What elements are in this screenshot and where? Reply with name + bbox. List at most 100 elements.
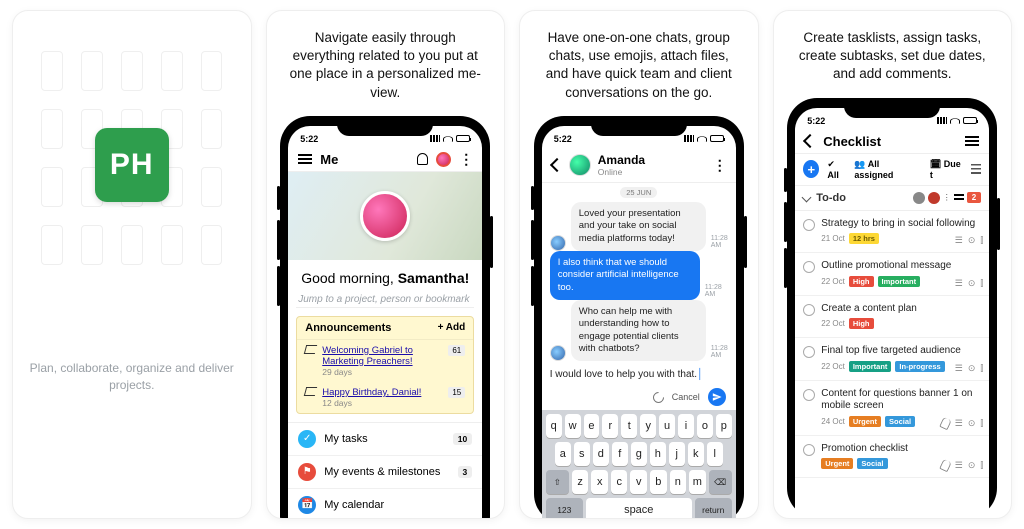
- message-time: 11:28 AM: [705, 284, 728, 298]
- megaphone-icon: [304, 387, 317, 396]
- keyboard-key[interactable]: n: [670, 470, 687, 494]
- keyboard-key[interactable]: v: [630, 470, 647, 494]
- announcement-item[interactable]: Happy Birthday, Danial! 12 days 15: [297, 382, 473, 413]
- keyboard-space[interactable]: space: [586, 498, 692, 519]
- keyboard-key[interactable]: u: [659, 414, 675, 438]
- task-checkbox[interactable]: [803, 219, 815, 231]
- book-icon: ⫿: [980, 363, 983, 374]
- keyboard-key[interactable]: p: [716, 414, 732, 438]
- keyboard-key[interactable]: q: [546, 414, 562, 438]
- keyboard-key[interactable]: x: [591, 470, 608, 494]
- menu-icon[interactable]: [965, 136, 979, 146]
- task-label-pill: Urgent: [849, 416, 881, 427]
- announcements-heading: Announcements: [305, 322, 391, 334]
- chat-peer-avatar[interactable]: [569, 154, 591, 176]
- keyboard-key[interactable]: c: [611, 470, 628, 494]
- keyboard-return[interactable]: return: [695, 498, 732, 519]
- announcement-title[interactable]: Happy Birthday, Danial!: [322, 387, 442, 398]
- back-icon[interactable]: [803, 134, 817, 148]
- keyboard-key[interactable]: w: [565, 414, 581, 438]
- filter-assigned[interactable]: 👥 All assigned: [854, 159, 913, 180]
- keyboard-key[interactable]: ⇧: [546, 470, 569, 494]
- section-icon: ✓: [298, 430, 316, 448]
- keyboard-key[interactable]: h: [650, 442, 666, 466]
- task-row[interactable]: Create a content plan 22 OctHigh: [795, 296, 989, 339]
- task-checkbox[interactable]: [803, 304, 815, 316]
- me-section-row[interactable]: ✓ My tasks 10: [288, 423, 482, 456]
- keyboard-key[interactable]: ⌫: [709, 470, 732, 494]
- more-icon[interactable]: ⋮: [943, 193, 951, 202]
- task-row[interactable]: Outline promotional message 22 OctHighIm…: [795, 253, 989, 296]
- ios-keyboard[interactable]: qwertyuiop asdfghjkl ⇧zxcvbnm⌫ 123 space…: [542, 410, 736, 519]
- announcement-age: 29 days: [322, 367, 442, 377]
- add-announcement-button[interactable]: + Add: [438, 322, 466, 333]
- task-date: 21 Oct: [821, 234, 845, 243]
- keyboard-key[interactable]: i: [678, 414, 694, 438]
- comment-icon: ⊙: [968, 278, 976, 289]
- task-group-header[interactable]: To-do ⋮ 2: [795, 186, 989, 211]
- announcement-count: 61: [448, 345, 465, 356]
- card-caption: Navigate easily through everything relat…: [267, 11, 505, 110]
- keyboard-key[interactable]: m: [689, 470, 706, 494]
- reorder-icon[interactable]: [954, 194, 964, 202]
- more-icon[interactable]: ⋮: [459, 155, 472, 163]
- jump-search-input[interactable]: Jump to a project, person or bookmark: [296, 292, 474, 308]
- keyboard-key[interactable]: o: [697, 414, 713, 438]
- announcement-title[interactable]: Welcoming Gabriel to Marketing Preachers…: [322, 345, 442, 367]
- keyboard-key[interactable]: s: [574, 442, 590, 466]
- hero-avatar[interactable]: [360, 191, 410, 241]
- add-task-button[interactable]: +: [803, 160, 819, 178]
- keyboard-key[interactable]: j: [669, 442, 685, 466]
- compose-input[interactable]: I would love to help you with that.│: [550, 369, 728, 380]
- me-section-row[interactable]: ⚑ My events & milestones 3: [288, 456, 482, 489]
- menu-icon[interactable]: [298, 154, 312, 164]
- task-title: Outline promotional message: [821, 260, 981, 273]
- task-row[interactable]: Content for questions banner 1 on mobile…: [795, 381, 989, 436]
- send-button[interactable]: [708, 388, 726, 406]
- keyboard-key[interactable]: g: [631, 442, 647, 466]
- task-title: Final top five targeted audience: [821, 345, 981, 358]
- settings-icon[interactable]: [971, 164, 982, 174]
- task-row[interactable]: Final top five targeted audience 22 OctI…: [795, 338, 989, 381]
- announcement-age: 12 days: [322, 398, 442, 408]
- task-checkbox[interactable]: [803, 346, 815, 358]
- keyboard-key[interactable]: l: [707, 442, 723, 466]
- cancel-button[interactable]: Cancel: [672, 392, 700, 402]
- status-time: 5:22: [807, 116, 825, 126]
- bell-icon[interactable]: [417, 153, 428, 165]
- announcement-item[interactable]: Welcoming Gabriel to Marketing Preachers…: [297, 340, 473, 382]
- filter-all[interactable]: All: [827, 170, 839, 180]
- task-row[interactable]: Promotion checklist UrgentSocial ☰⊙⫿: [795, 436, 989, 479]
- me-section-row[interactable]: 📅 My calendar: [288, 489, 482, 519]
- card-caption: Have one-on-one chats, group chats, use …: [520, 11, 758, 110]
- battery-icon: [710, 135, 724, 142]
- filter-due[interactable]: 🗓 Due t: [930, 159, 963, 180]
- keyboard-key[interactable]: k: [688, 442, 704, 466]
- keyboard-key[interactable]: e: [584, 414, 600, 438]
- subtask-icon: ☰: [955, 235, 963, 246]
- keyboard-key[interactable]: f: [612, 442, 628, 466]
- keyboard-key[interactable]: r: [602, 414, 618, 438]
- attach-icon[interactable]: [650, 390, 666, 406]
- book-icon: ⫿: [980, 418, 983, 429]
- keyboard-key[interactable]: b: [650, 470, 667, 494]
- task-checkbox[interactable]: [803, 261, 815, 273]
- keyboard-key[interactable]: 123: [546, 498, 583, 519]
- group-count-badge: 2: [967, 192, 981, 203]
- profile-avatar[interactable]: [436, 152, 451, 167]
- keyboard-key[interactable]: z: [572, 470, 589, 494]
- back-icon[interactable]: [550, 158, 564, 172]
- phone-mockup: 5:22 Me ⋮: [280, 116, 490, 519]
- task-label-pill: Important: [878, 276, 921, 287]
- more-icon[interactable]: ⋮: [713, 161, 726, 169]
- greeting: Good morning, Samantha!: [288, 260, 482, 292]
- keyboard-key[interactable]: y: [640, 414, 656, 438]
- task-checkbox[interactable]: [803, 444, 815, 456]
- keyboard-key[interactable]: t: [621, 414, 637, 438]
- task-checkbox[interactable]: [803, 389, 815, 401]
- book-icon: ⫿: [980, 460, 983, 471]
- keyboard-key[interactable]: a: [555, 442, 571, 466]
- book-icon: ⫿: [980, 235, 983, 246]
- keyboard-key[interactable]: d: [593, 442, 609, 466]
- task-row[interactable]: Strategy to bring in social following 21…: [795, 211, 989, 254]
